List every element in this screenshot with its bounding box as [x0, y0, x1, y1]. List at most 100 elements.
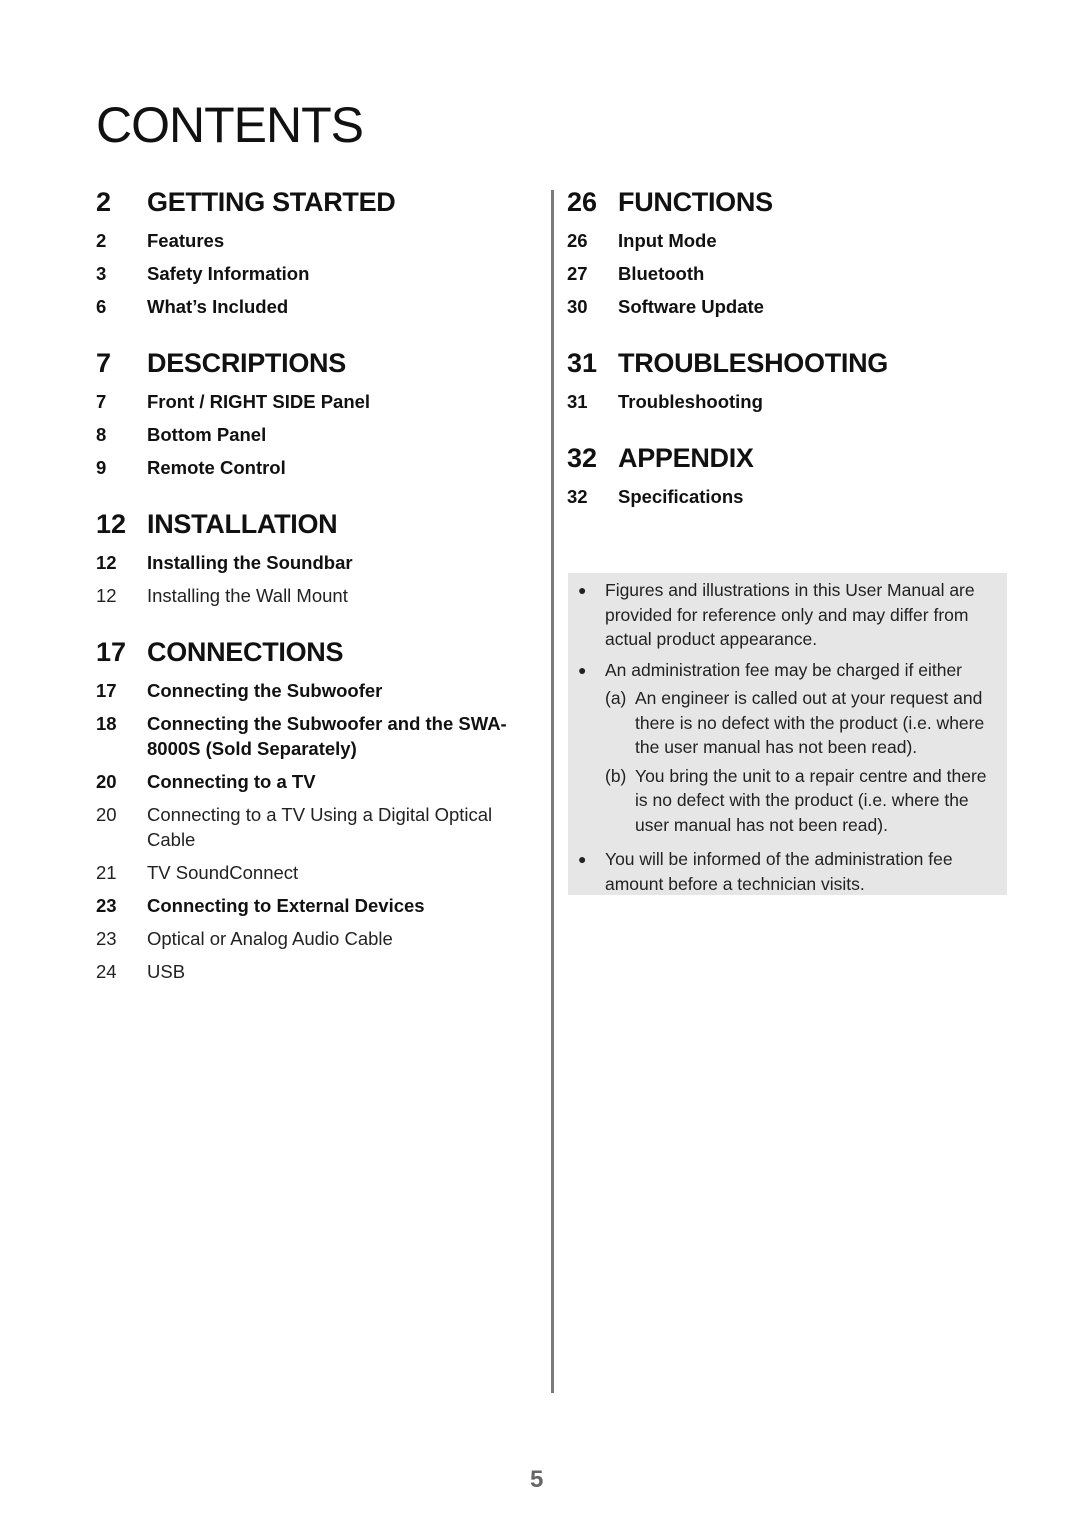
entry-label: USB	[147, 961, 186, 982]
toc-entry[interactable]: 32 Specifications	[567, 480, 1007, 513]
entry-page-number: 31	[567, 391, 588, 412]
toc-entry[interactable]: 23 Connecting to External Devices	[96, 889, 536, 922]
section-page-number: 17	[96, 637, 127, 667]
entry-label: Safety Information	[147, 263, 310, 284]
subitem-marker: (a)	[605, 688, 627, 708]
notice-bullet: ● Figures and illustrations in this User …	[568, 578, 991, 652]
section-heading[interactable]: 32 APPENDIX	[567, 440, 1007, 476]
section-page-number: 31	[567, 348, 598, 378]
section-page-number: 26	[567, 187, 598, 217]
section-heading[interactable]: 2 GETTING STARTED	[96, 184, 536, 220]
bullet-icon: ●	[578, 582, 587, 598]
toc-entry[interactable]: 8 Bottom Panel	[96, 418, 536, 451]
toc-section: 31 TROUBLESHOOTING 31 Troubleshooting	[567, 345, 1007, 418]
toc-entry[interactable]: 21 TV SoundConnect	[96, 856, 536, 889]
section-heading[interactable]: 7 DESCRIPTIONS	[96, 345, 536, 381]
toc-entry[interactable]: 2 Features	[96, 224, 536, 257]
toc-right-column: 26 FUNCTIONS 26 Input Mode 27 Bluetooth 30 Soft…	[567, 184, 1007, 535]
toc-entry[interactable]: 26 Input Mode	[567, 224, 1007, 257]
entry-page-number: 12	[96, 585, 117, 606]
subitem-marker: (b)	[605, 765, 627, 786]
entry-page-number: 20	[96, 804, 117, 825]
entry-label: Connecting the Subwoofer	[147, 680, 383, 701]
entry-label: Troubleshooting	[618, 391, 763, 412]
section-heading[interactable]: 31 TROUBLESHOOTING	[567, 345, 1007, 381]
subitem-text: You bring the unit to a repair centre an…	[635, 765, 987, 835]
notice-subitem: (a) An engineer is called out at your req…	[605, 686, 991, 760]
notice-subitem: (b) You bring the unit to a repair centre…	[605, 764, 991, 838]
notice-bullet: ● An administration fee may be charged if…	[568, 658, 991, 842]
entry-label: Input Mode	[618, 230, 717, 251]
entry-page-number: 23	[96, 895, 117, 916]
entry-label: Bottom Panel	[147, 424, 267, 445]
column-divider	[551, 190, 554, 1393]
entry-label: Remote Control	[147, 457, 286, 478]
section-page-number: 7	[96, 348, 112, 378]
section-title: GETTING STARTED	[147, 187, 396, 217]
entry-page-number: 30	[567, 296, 588, 317]
toc-entry[interactable]: 17 Connecting the Subwoofer	[96, 674, 536, 707]
bullet-icon: ●	[578, 851, 587, 867]
entry-label: Connecting to External Devices	[147, 895, 425, 916]
toc-entry[interactable]: 3 Safety Information	[96, 257, 536, 290]
toc-left-column: 2 GETTING STARTED 2 Features 3 Safety Informa…	[96, 184, 536, 1010]
toc-entry[interactable]: 30 Software Update	[567, 290, 1007, 323]
entry-page-number: 8	[96, 424, 107, 445]
toc-section: 26 FUNCTIONS 26 Input Mode 27 Bluetooth 30 Soft…	[567, 184, 1007, 323]
entry-page-number: 6	[96, 296, 107, 317]
page-number: 5	[530, 1466, 544, 1493]
notice-text-block: An administration fee may be charged if …	[605, 658, 991, 842]
entry-page-number: 26	[567, 230, 588, 251]
entry-page-number: 24	[96, 961, 117, 982]
entry-label: Connecting to a TV Using a Digital Optic…	[147, 804, 493, 850]
entry-label: Bluetooth	[618, 263, 705, 284]
entry-page-number: 23	[96, 928, 117, 949]
toc-entry[interactable]: 27 Bluetooth	[567, 257, 1007, 290]
entry-page-number: 20	[96, 771, 117, 792]
subitem-text: An engineer is called out at your reques…	[635, 688, 985, 757]
entry-page-number: 18	[96, 713, 117, 734]
notice-text: You will be informed of the administrati…	[605, 849, 953, 894]
page-title: CONTENTS	[96, 97, 364, 153]
entry-label: Installing the Soundbar	[147, 552, 353, 573]
entry-label: What’s Included	[147, 296, 289, 317]
entry-label: TV SoundConnect	[147, 862, 299, 883]
toc-section: 7 DESCRIPTIONS 7 Front / RIGHT SIDE Panel 8 B…	[96, 345, 536, 484]
notice-text: An administration fee may be charged if …	[605, 659, 962, 680]
section-title: CONNECTIONS	[147, 637, 344, 667]
entry-page-number: 32	[567, 486, 588, 507]
section-page-number: 12	[96, 509, 127, 539]
toc-entry[interactable]: 9 Remote Control	[96, 451, 536, 484]
section-title: INSTALLATION	[147, 509, 338, 539]
section-heading[interactable]: 12 INSTALLATION	[96, 506, 536, 542]
toc-entry[interactable]: 12 Installing the Soundbar	[96, 546, 536, 579]
entry-page-number: 2	[96, 230, 107, 251]
notice-text: Figures and illustrations in this User M…	[605, 580, 975, 649]
toc-section: 12 INSTALLATION 12 Installing the Soundbar 1…	[96, 506, 536, 612]
toc-entry[interactable]: 18 Connecting the Subwoofer and the SWA-8…	[96, 707, 536, 765]
entry-label: Connecting to a TV	[147, 771, 316, 792]
entry-page-number: 9	[96, 457, 107, 478]
toc-entry[interactable]: 31 Troubleshooting	[567, 385, 1007, 418]
section-title: APPENDIX	[618, 443, 754, 473]
toc-entry[interactable]: 7 Front / RIGHT SIDE Panel	[96, 385, 536, 418]
notice-text-block: You will be informed of the administrati…	[605, 847, 991, 896]
section-title: TROUBLESHOOTING	[618, 348, 888, 378]
toc-entry[interactable]: 20 Connecting to a TV	[96, 765, 536, 798]
toc-entry[interactable]: 23 Optical or Analog Audio Cable	[96, 922, 536, 955]
toc-entry[interactable]: 6 What’s Included	[96, 290, 536, 323]
toc-section: 2 GETTING STARTED 2 Features 3 Safety Informa…	[96, 184, 536, 323]
toc-entry[interactable]: 20 Connecting to a TV Using a Digital Opt…	[96, 798, 536, 856]
entry-label: Software Update	[618, 296, 764, 317]
entry-label: Installing the Wall Mount	[147, 585, 348, 606]
toc-entry[interactable]: 12 Installing the Wall Mount	[96, 579, 536, 612]
toc-entry[interactable]: 24 USB	[96, 955, 536, 988]
section-title: FUNCTIONS	[618, 187, 773, 217]
section-page-number: 32	[567, 443, 598, 473]
entry-label: Features	[147, 230, 225, 251]
section-heading[interactable]: 26 FUNCTIONS	[567, 184, 1007, 220]
bullet-icon: ●	[578, 661, 587, 678]
entry-label: Front / RIGHT SIDE Panel	[147, 391, 371, 412]
section-heading[interactable]: 17 CONNECTIONS	[96, 634, 536, 670]
notice-box: ● Figures and illustrations in this User …	[568, 573, 1007, 895]
